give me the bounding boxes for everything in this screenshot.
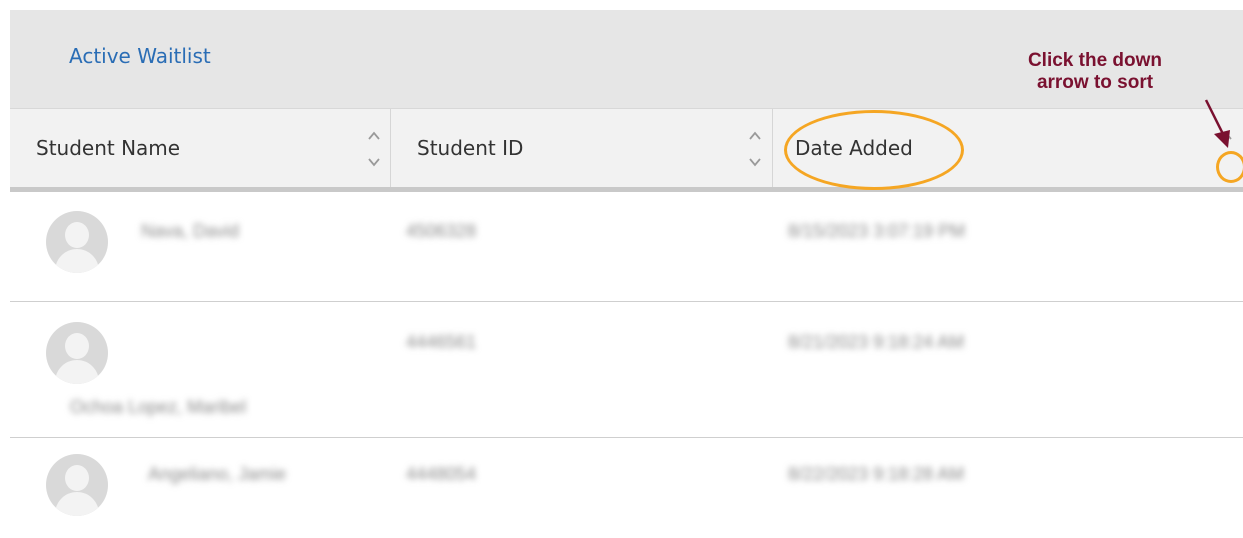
column-label-student-name: Student Name (36, 136, 181, 160)
student-name: Ochoa Lopez, Maribel (70, 397, 247, 417)
column-header-row: Student Name Student ID Date Added (10, 108, 1243, 192)
student-name: Angeliano, Jamie (148, 464, 287, 484)
tab-active-waitlist[interactable]: Active Waitlist (69, 44, 211, 68)
date-added: 8/21/2023 9:18:24 AM (788, 332, 965, 352)
chevron-down-icon[interactable] (367, 155, 381, 169)
chevron-up-icon[interactable] (748, 129, 762, 143)
date-added: 8/15/2023 3:07:19 PM (788, 221, 966, 241)
annotation-line-1: Click the down (1027, 50, 1163, 71)
chevron-up-icon[interactable] (367, 129, 381, 143)
avatar (46, 454, 108, 516)
annotation-callout: Click the down arrow to sort (975, 50, 1215, 94)
column-label-student-id: Student ID (417, 136, 524, 160)
column-header-student-id[interactable]: Student ID (391, 109, 771, 187)
column-header-student-name[interactable]: Student Name (10, 109, 390, 187)
column-header-date-added[interactable]: Date Added (773, 109, 1243, 187)
column-label-date-added: Date Added (795, 136, 913, 160)
avatar (46, 211, 108, 273)
student-id: 4448054 (406, 464, 477, 484)
table-row[interactable]: Nava, David 4506328 8/15/2023 3:07:19 PM (10, 191, 1243, 302)
sort-student-id[interactable] (748, 129, 762, 169)
waitlist-panel: Active Waitlist Student Name Student ID … (10, 10, 1243, 529)
student-id: 4446561 (406, 332, 477, 352)
sort-student-name[interactable] (367, 129, 381, 169)
annotation-arrow-icon (1204, 99, 1230, 148)
student-id: 4506328 (406, 221, 477, 241)
date-added: 8/22/2023 9:18:28 AM (788, 464, 965, 484)
student-name: Nava, David (141, 221, 240, 241)
chevron-down-icon[interactable] (748, 155, 762, 169)
avatar (46, 322, 108, 384)
table-row[interactable]: Ochoa Lopez, Maribel 4446561 8/21/2023 9… (10, 302, 1243, 438)
annotation-line-2: arrow to sort (1036, 72, 1154, 93)
table-row[interactable]: Angeliano, Jamie 4448054 8/22/2023 9:18:… (10, 438, 1243, 538)
